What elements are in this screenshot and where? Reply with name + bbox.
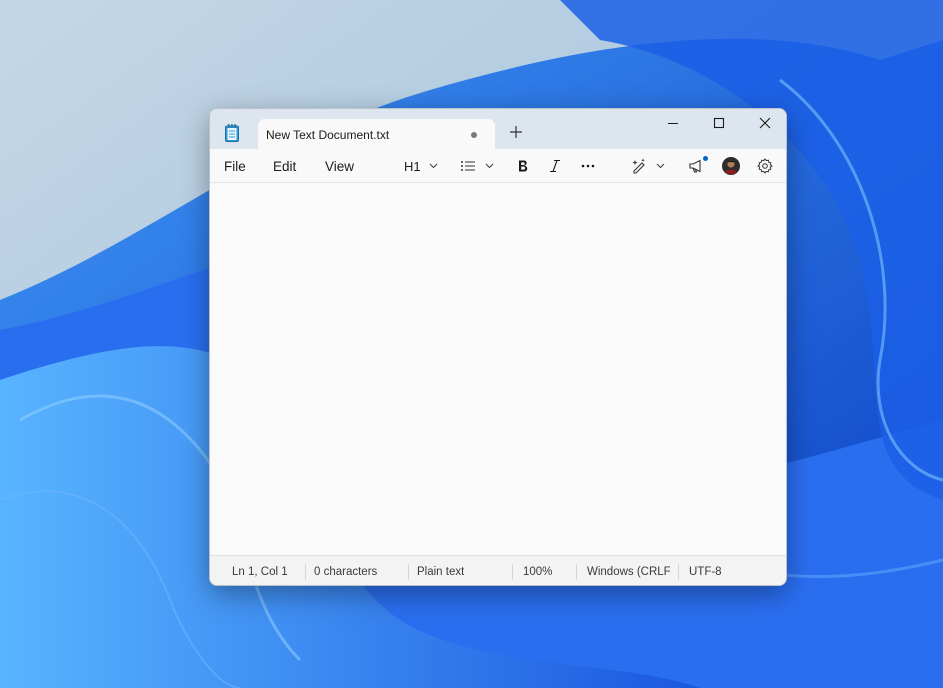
gear-icon <box>757 158 773 174</box>
minimize-button[interactable] <box>650 109 696 137</box>
text-editor-area[interactable] <box>210 183 786 555</box>
whats-new-button[interactable] <box>688 150 708 182</box>
character-count: 0 characters <box>314 566 378 578</box>
zoom-level[interactable]: 100% <box>523 566 552 578</box>
close-button[interactable] <box>742 109 786 137</box>
settings-button[interactable] <box>756 150 774 182</box>
unsaved-dot-icon[interactable] <box>471 132 477 138</box>
maximize-button[interactable] <box>696 109 742 137</box>
status-separator <box>576 564 577 580</box>
chevron-down-icon <box>656 163 665 169</box>
heading-label: H1 <box>404 159 421 174</box>
document-tab[interactable]: New Text Document.txt <box>258 119 495 150</box>
new-tab-plus-icon[interactable] <box>509 125 523 139</box>
more-icon <box>581 164 595 168</box>
minimize-icon <box>668 123 678 124</box>
bulleted-list-icon <box>461 161 475 171</box>
menu-view[interactable]: View <box>325 159 354 174</box>
italic-icon <box>550 159 560 173</box>
status-separator <box>305 564 306 580</box>
copilot-rewrite-dropdown[interactable] <box>631 150 667 182</box>
close-icon <box>759 117 771 129</box>
status-separator <box>408 564 409 580</box>
status-separator <box>512 564 513 580</box>
sparkle-pen-icon <box>632 158 645 174</box>
status-separator <box>678 564 679 580</box>
list-dropdown[interactable] <box>460 150 496 182</box>
tab-title: New Text Document.txt <box>266 128 390 142</box>
encoding[interactable]: UTF-8 <box>689 566 722 578</box>
cursor-position[interactable]: Ln 1, Col 1 <box>232 566 288 578</box>
bold-icon <box>519 160 528 172</box>
menu-bar: File Edit View H1 <box>210 150 786 183</box>
notepad-window: New Text Document.txt File Edit View H1 <box>209 108 787 586</box>
account-button[interactable] <box>722 150 740 182</box>
menu-file[interactable]: File <box>224 159 246 174</box>
notepad-app-icon <box>225 124 239 142</box>
maximize-icon <box>713 117 725 129</box>
text-format[interactable]: Plain text <box>417 566 464 578</box>
chevron-down-icon <box>429 163 438 169</box>
bold-button[interactable] <box>515 150 531 182</box>
chevron-down-icon <box>485 163 494 169</box>
more-options-button[interactable] <box>580 150 596 182</box>
title-bar[interactable]: New Text Document.txt <box>210 109 786 150</box>
status-bar: Ln 1, Col 1 0 characters Plain text 100%… <box>210 555 786 585</box>
notification-dot <box>703 156 708 161</box>
menu-edit[interactable]: Edit <box>273 159 296 174</box>
user-avatar <box>722 157 740 175</box>
heading-dropdown[interactable]: H1 <box>404 150 440 182</box>
line-ending[interactable]: Windows (CRLF) <box>587 566 670 578</box>
italic-button[interactable] <box>547 150 563 182</box>
